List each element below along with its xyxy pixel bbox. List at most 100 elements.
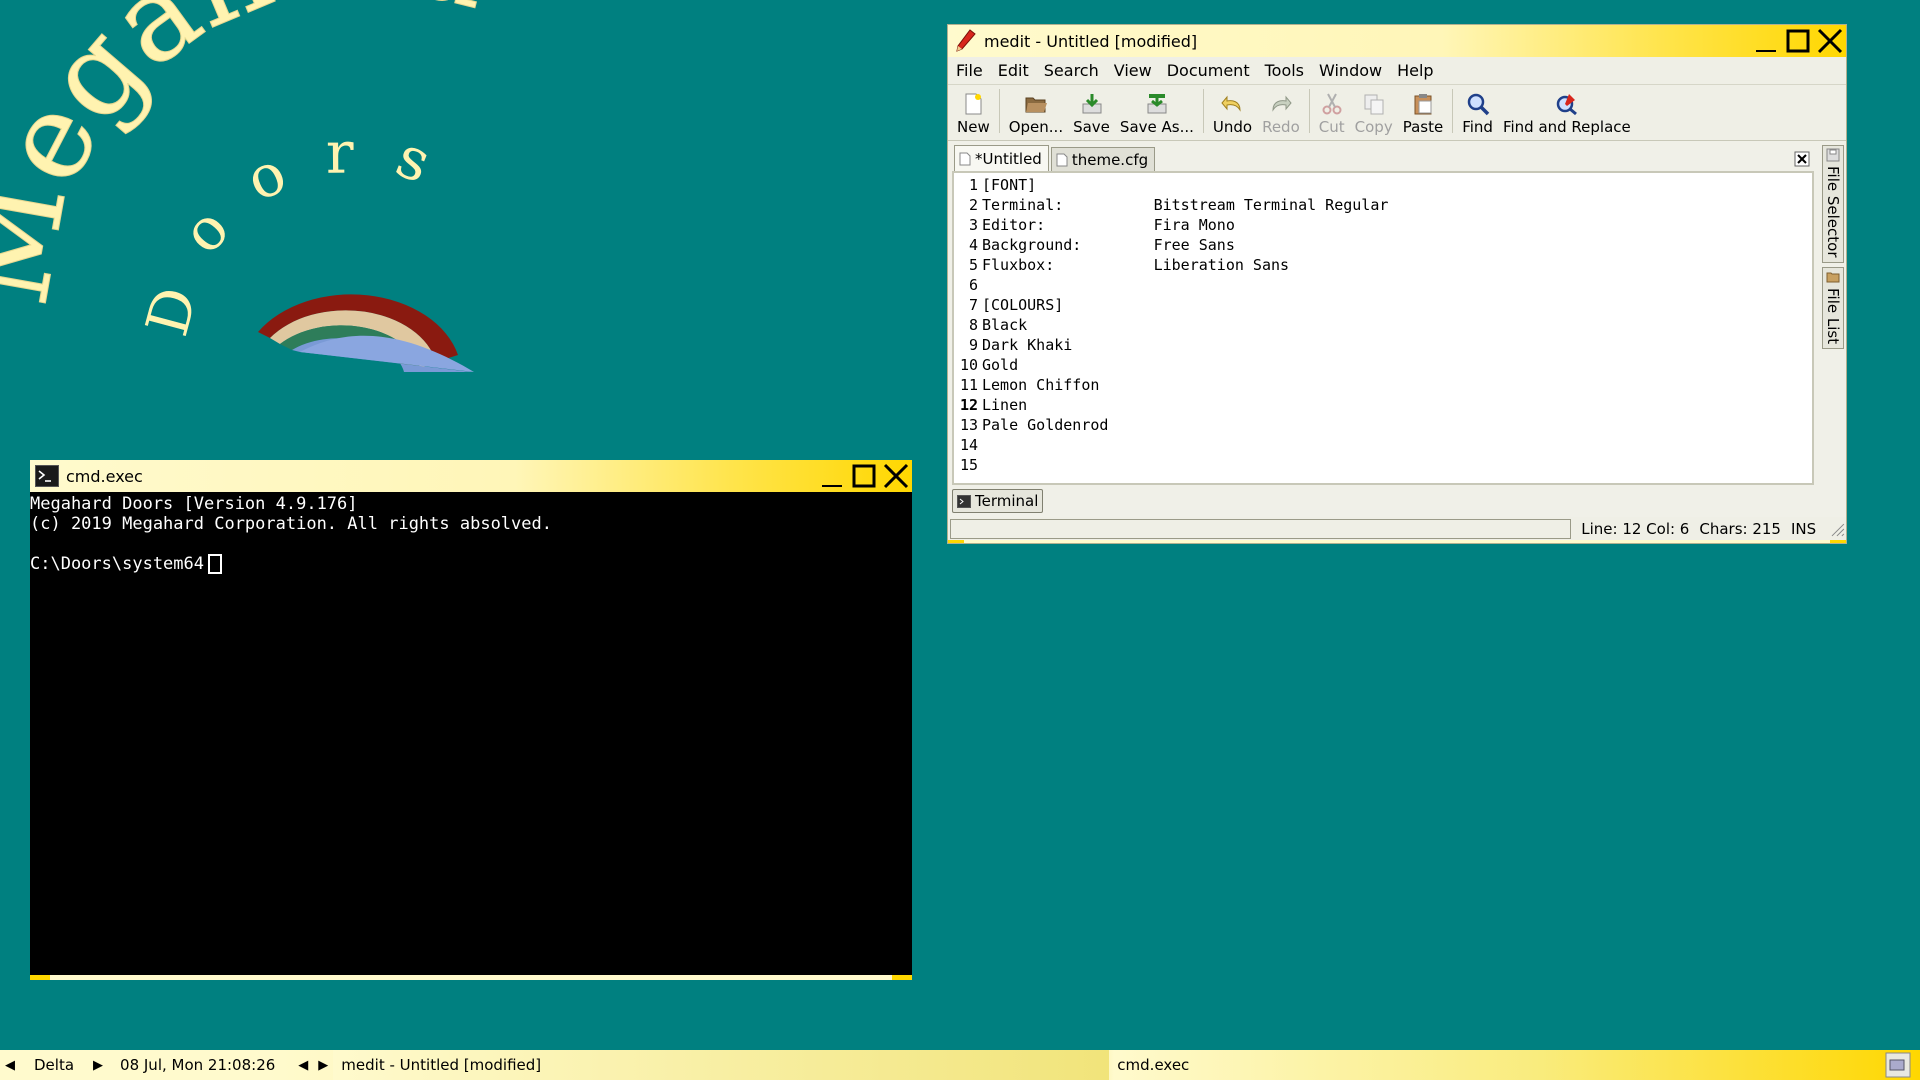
minimize-icon[interactable] [816,460,848,492]
char-count: Chars: 215 [1699,520,1781,538]
editor-line[interactable]: Gold [982,355,1812,375]
medit-resize-border[interactable] [948,540,1846,543]
scissors-icon [1322,93,1342,115]
desktop-logo: Megahard Doors [0,0,506,372]
save-as-icon [1147,94,1167,114]
pen-icon [952,28,978,54]
editor-line[interactable]: Dark Khaki [982,335,1812,355]
editor-line[interactable] [982,435,1812,455]
menu-document[interactable]: Document [1167,61,1250,80]
find-button[interactable]: Find [1457,92,1498,136]
save-as-button[interactable]: Save As... [1115,92,1199,136]
prev-window-icon[interactable]: ◀ [293,1050,313,1080]
next-window-icon[interactable]: ▶ [313,1050,333,1080]
medit-window[interactable]: medit - Untitled [modified] File Edit Se… [947,24,1847,544]
save-button[interactable]: Save [1068,92,1115,136]
text-editor[interactable]: 1 2 3 4 5 6 7 8 9 10 11 12 13 14 15 [FONT] Terminal: Bi… [952,171,1814,485]
tab-theme-cfg[interactable]: theme.cfg [1050,147,1156,171]
cursor-position: Line: 12 Col: 6 [1581,520,1690,538]
editor-line[interactable]: [COLOURS] [982,295,1812,315]
close-icon[interactable] [880,460,912,492]
close-icon[interactable] [1814,25,1846,57]
document-icon [959,152,971,165]
editor-line[interactable]: Pale Goldenrod [982,415,1812,435]
bottom-pane: Terminal [952,489,1044,517]
workspace-name[interactable]: Delta [20,1056,88,1074]
line-number: 2 [968,196,978,214]
editor-line[interactable]: [FONT] [982,175,1812,195]
terminal-screen[interactable]: Megahard Doors [Version 4.9.176] (c) 201… [30,492,912,975]
task-medit[interactable]: medit - Untitled [modified] [333,1050,1110,1080]
side-tab-file-selector[interactable]: File Selector [1822,145,1844,263]
clipboard-icon [1414,94,1432,115]
redo-button[interactable]: Redo [1257,92,1305,136]
line-number: 12 [959,396,978,414]
toolbar: New Open... Save Save As... Undo Redo Cu… [948,85,1846,141]
system-tray-icon[interactable] [1885,1052,1911,1078]
editor-line[interactable]: Linen [982,395,1812,415]
clock: 08 Jul, Mon 21:08:26 [120,1056,276,1074]
line-number: 4 [968,236,978,254]
prev-workspace-icon[interactable]: ◀ [0,1050,20,1080]
menu-window[interactable]: Window [1319,61,1382,80]
toolbar-separator [1308,88,1310,133]
menu-edit[interactable]: Edit [998,61,1029,80]
line-number: 6 [968,276,978,294]
terminal-resize-border[interactable] [30,975,912,980]
editor-line[interactable]: Fluxbox: Liberation Sans [982,255,1812,275]
tab-untitled[interactable]: *Untitled [954,145,1049,171]
line-number: 11 [959,376,978,394]
find-replace-button[interactable]: Find and Replace [1498,92,1636,136]
editor-line[interactable] [982,275,1812,295]
menu-search[interactable]: Search [1044,61,1099,80]
line-number: 1 [968,176,978,194]
undo-button[interactable]: Undo [1208,92,1257,136]
maximize-icon[interactable] [848,460,880,492]
next-workspace-icon[interactable]: ▶ [88,1050,108,1080]
line-number-gutter: 1 2 3 4 5 6 7 8 9 10 11 12 13 14 15 [954,173,980,483]
resize-grip-icon[interactable] [1828,520,1846,538]
editor-line[interactable]: Terminal: Bitstream Terminal Regular [982,195,1812,215]
terminal-icon [34,463,60,489]
line-number: 7 [968,296,978,314]
task-cmd-exec[interactable]: cmd.exec [1109,1050,1881,1080]
line-number: 9 [968,336,978,354]
magnifier-icon [1467,93,1489,116]
paste-button[interactable]: Paste [1398,92,1449,136]
toolbar-separator [1452,88,1454,133]
menu-tools[interactable]: Tools [1265,61,1304,80]
terminal-pane-button[interactable]: Terminal [952,489,1044,513]
minimize-icon[interactable] [1750,25,1782,57]
line-number: 13 [959,416,978,434]
terminal-titlebar[interactable]: cmd.exec [30,460,912,492]
menu-file[interactable]: File [956,61,983,80]
copy-button[interactable]: Copy [1350,92,1398,136]
menu-view[interactable]: View [1114,61,1152,80]
editor-line[interactable]: Editor: Fira Mono [982,215,1812,235]
editor-text[interactable]: [FONT] Terminal: Bitstream Terminal Regul… [980,173,1812,483]
editor-area: *Untitled theme.cfg 1 2 3 4 5 6 7 8 9 10 11 12 13 14 1… [952,145,1814,515]
close-tab-icon[interactable] [1794,151,1810,167]
menu-help[interactable]: Help [1397,61,1433,80]
new-button[interactable]: New [952,92,995,136]
new-document-icon [965,93,982,115]
open-button[interactable]: Open... [1004,92,1068,136]
editor-line[interactable]: Black [982,315,1812,335]
folder-icon [1826,272,1840,282]
text-cursor [208,554,222,574]
terminal-line: (c) 2019 Megahard Corporation. All right… [30,514,552,534]
line-number: 3 [968,216,978,234]
editor-line[interactable]: Lemon Chiffon [982,375,1812,395]
cut-button[interactable]: Cut [1314,92,1350,136]
editor-line[interactable] [982,455,1812,475]
line-number: 15 [959,456,978,474]
maximize-icon[interactable] [1782,25,1814,57]
redo-icon [1272,95,1292,112]
terminal-line: Megahard Doors [Version 4.9.176] [30,494,358,514]
document-icon [1056,153,1068,166]
terminal-window[interactable]: cmd.exec Megahard Doors [Version 4.9.176… [30,460,912,980]
editor-line[interactable]: Background: Free Sans [982,235,1812,255]
save-icon [1082,94,1101,114]
side-tab-file-list[interactable]: File List [1822,266,1844,349]
medit-titlebar[interactable]: medit - Untitled [modified] [948,25,1846,57]
